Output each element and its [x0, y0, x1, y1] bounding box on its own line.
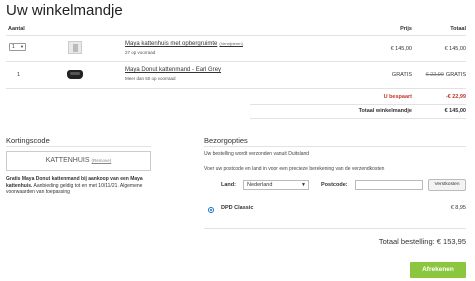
chevron-down-icon: ▼: [301, 182, 306, 188]
savings-label: U bespaart: [383, 94, 412, 100]
quantity-select[interactable]: 1 ▼: [9, 43, 26, 51]
divider: [6, 61, 466, 62]
shipping-option-price: € 8,95: [450, 205, 466, 211]
ship-from-text: Uw bestelling wordt verzonden vanuit Dui…: [204, 151, 310, 157]
savings-value: -€ 22,99: [445, 94, 466, 100]
remove-link[interactable]: (Verwijderen): [219, 41, 243, 46]
cart-total-label: Totaal winkelmandje: [358, 108, 412, 114]
item-price: GRATIS: [391, 72, 412, 78]
divider: [204, 228, 466, 229]
promo-description: Gratis Maya Donut kattenmand bij aankoop…: [6, 176, 156, 196]
calculate-shipping-button[interactable]: Verstkosten: [428, 179, 466, 191]
chevron-down-icon: ▼: [20, 44, 24, 49]
divider: [250, 104, 466, 105]
product-image-icon[interactable]: [67, 70, 83, 79]
order-total-value: € 153,95: [436, 237, 466, 246]
old-price: € 22,99: [425, 72, 444, 78]
product-name: Maya kattenhuis met opbergruimte: [125, 41, 218, 47]
header-quantity: Aantal: [8, 26, 25, 32]
cart-table-header: Aantal Prijs Totaal: [6, 24, 466, 35]
shipping-instruction: Voer uw postcode en land in voor een pre…: [204, 166, 385, 172]
order-total-label: Totaal bestelling:: [378, 237, 435, 246]
new-price: GRATIS: [445, 72, 466, 78]
checkout-button[interactable]: Afrekenen: [410, 262, 466, 278]
divider: [250, 118, 466, 119]
item-total: € 22,99 GRATIS: [426, 72, 466, 78]
savings-row: U bespaart -€ 22,99: [6, 92, 466, 102]
applied-coupon: KATTENHUIS (Remove): [6, 151, 151, 171]
cart-row: 1 ▼ Maya kattenhuis met opbergruimte (Ver…: [6, 37, 466, 60]
divider: [6, 88, 466, 89]
quantity-value: 1: [12, 44, 15, 50]
page-title: Uw winkelmandje: [6, 2, 123, 19]
quantity-value: 1: [17, 72, 21, 78]
country-value: Nederland: [247, 182, 273, 188]
stock-status: Meer dan 50 op voorraad: [125, 76, 176, 81]
header-total: Totaal: [450, 26, 466, 32]
divider: [204, 146, 466, 147]
country-label: Land:: [221, 182, 236, 188]
item-total: € 145,00: [444, 46, 466, 52]
coupon-section-title: Kortingscode: [6, 136, 50, 145]
stock-status: 27 op voorraad: [125, 50, 156, 55]
cart-total-value: € 145,00: [444, 108, 466, 114]
shipping-option-name: DPD Classic: [221, 205, 254, 211]
postcode-input[interactable]: [355, 180, 423, 190]
product-name-link[interactable]: Maya Donut kattenmand - Earl Grey: [125, 67, 221, 73]
divider: [6, 146, 151, 147]
shipping-option-radio[interactable]: [208, 207, 214, 213]
header-price: Prijs: [400, 26, 412, 32]
remove-coupon-link[interactable]: (Remove): [92, 158, 112, 163]
divider: [6, 35, 466, 36]
cart-row: 1 Maya Donut kattenmand - Earl Grey Meer…: [6, 63, 466, 85]
shipping-section-title: Bezorgopties: [204, 136, 248, 145]
cart-total-row: Totaal winkelmandje € 145,00: [6, 106, 466, 116]
postcode-label: Postcode:: [321, 182, 348, 188]
item-price: € 145,00: [390, 46, 412, 52]
order-total: Totaal bestelling: € 153,95: [379, 237, 466, 246]
product-name-link[interactable]: Maya kattenhuis met opbergruimte (Verwijd…: [125, 41, 243, 47]
product-image-icon[interactable]: [68, 41, 82, 54]
country-select[interactable]: Nederland ▼: [243, 180, 309, 190]
coupon-code: KATTENHUIS: [45, 157, 90, 164]
